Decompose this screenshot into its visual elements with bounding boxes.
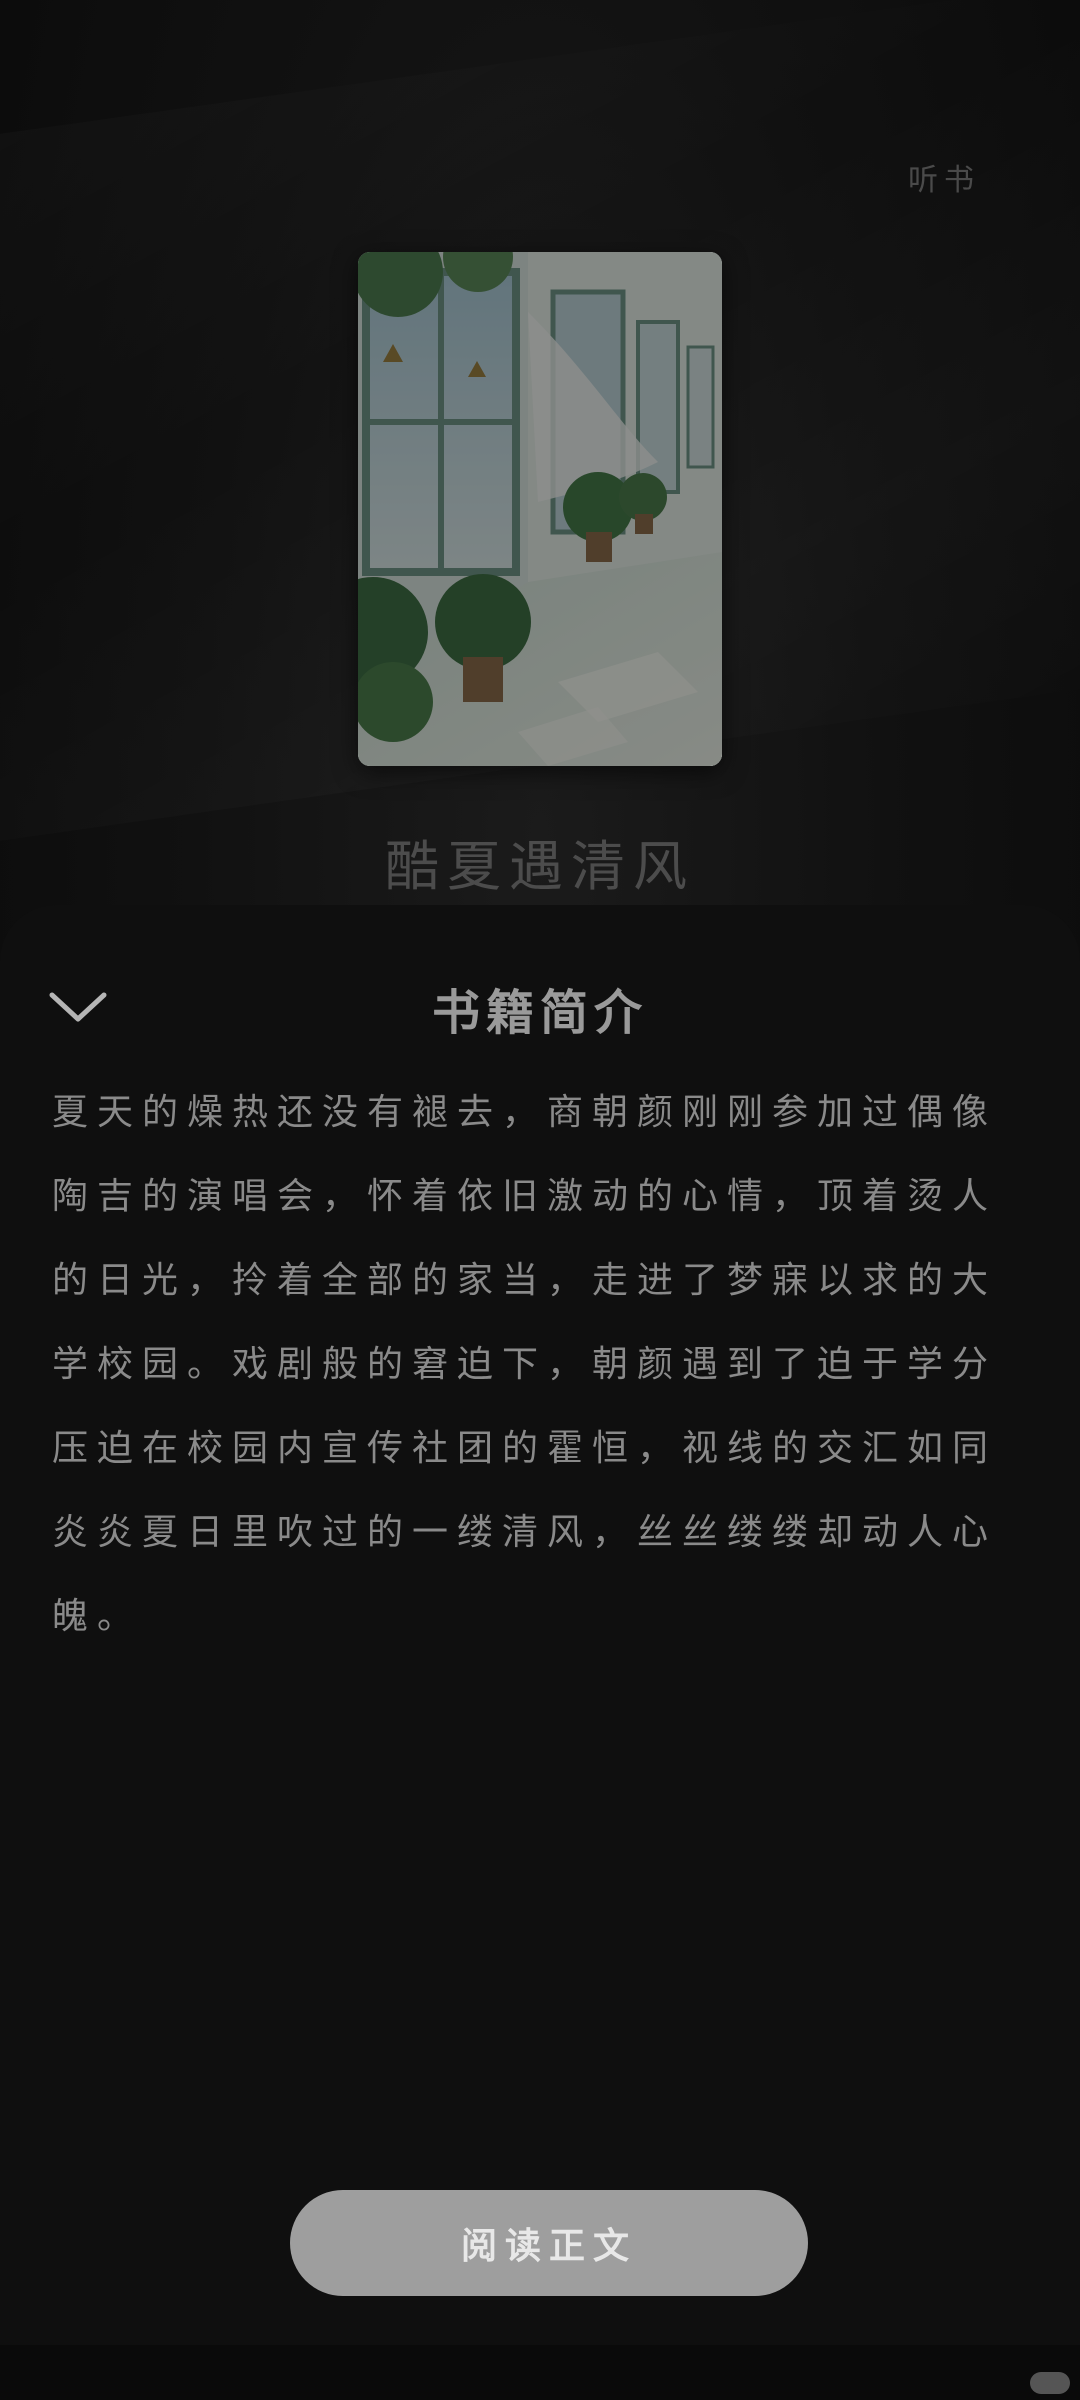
sheet-title: 书籍简介 — [431, 985, 648, 1041]
watermark-badge — [1030, 2372, 1070, 2394]
read-text-button[interactable]: 阅读正文 — [290, 2190, 808, 2296]
book-title: 酷夏遇清风 — [385, 835, 695, 898]
system-nav-bar — [0, 2345, 1080, 2400]
book-detail-page: 听书 酷夏遇清风 书籍简介 夏天的燥热还没有褪去，商朝颜刚刚参加过偶像陶吉的演唱… — [0, 0, 1080, 2400]
book-synopsis: 夏天的燥热还没有褪去，商朝颜刚刚参加过偶像陶吉的演唱会，怀着依旧激动的心情，顶着… — [52, 1092, 998, 1637]
book-intro-sheet: 书籍简介 夏天的燥热还没有褪去，商朝颜刚刚参加过偶像陶吉的演唱会，怀着依旧激动的… — [0, 905, 1080, 2345]
book-cover[interactable] — [358, 252, 722, 766]
cover-dim-overlay — [358, 252, 722, 766]
listen-book-button[interactable]: 听书 — [908, 155, 980, 199]
